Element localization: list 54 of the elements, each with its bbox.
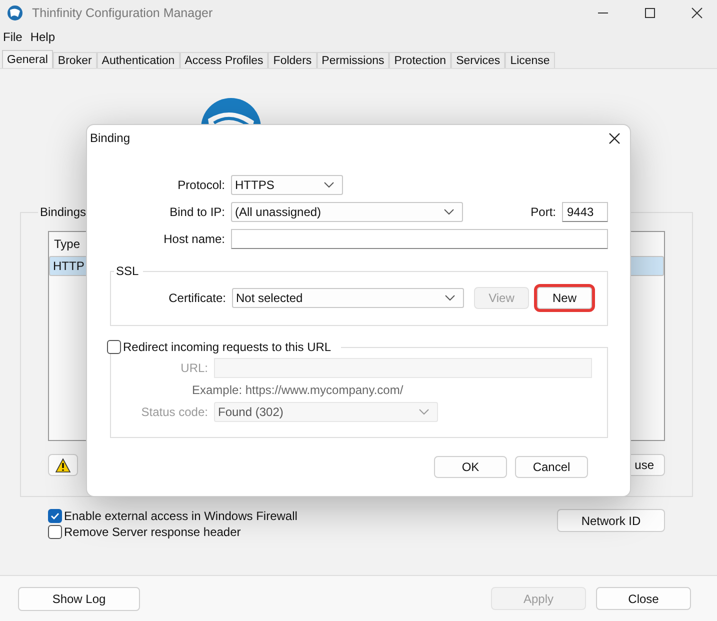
dialog-title: Binding [90,131,130,145]
tab[interactable]: License [505,52,555,68]
certificate-dropdown[interactable]: Not selected [232,288,464,308]
tab[interactable]: Services [451,52,506,68]
tab[interactable]: General [2,50,53,68]
maximize-icon[interactable] [644,7,656,19]
checkbox[interactable] [107,340,121,354]
tab[interactable]: Permissions [316,52,390,68]
tab[interactable]: Folders [268,52,317,68]
chevron-down-icon [419,409,429,415]
warning-button[interactable] [48,454,78,476]
menu-item[interactable]: File [3,30,22,46]
show-log-button[interactable]: Show Log [18,586,140,610]
chevron-down-icon [445,295,455,301]
protocol-dropdown[interactable]: HTTPS [231,175,343,195]
close-icon[interactable] [691,7,703,19]
network-id-button[interactable]: Network ID [557,509,665,532]
field-label: Status code: [140,405,209,419]
checkmark-icon [50,511,60,521]
tab[interactable]: Broker [52,52,97,68]
field-label: Certificate: [168,291,227,305]
checkbox[interactable] [48,525,62,539]
checkbox-label: Redirect incoming requests to this URL [123,340,332,354]
warning-icon [55,458,71,472]
menu-item[interactable]: Help [30,30,56,46]
checkbox-label: Enable external access in Windows Firewall [64,509,298,523]
close-button[interactable]: Close [596,587,691,610]
port-field[interactable]: 9443 [562,202,608,222]
checkbox-label: Remove Server response header [64,525,241,539]
group-title: SSL [115,264,140,278]
column-header: Type [54,237,80,251]
app-logo-icon [7,5,23,21]
field-label: Bind to IP: [168,205,226,219]
close-icon[interactable] [609,132,620,144]
tab[interactable]: Authentication [96,52,180,68]
window-title: Thinfinity Configuration Manager [32,6,213,20]
url-field[interactable] [214,358,592,378]
new-button[interactable]: New [537,287,592,309]
host-name-field[interactable] [231,229,608,249]
tab[interactable]: Access Profiles [180,52,268,68]
ip-dropdown[interactable]: (All unassigned) [231,202,463,222]
example-text: Example: https://www.mycompany.com/ [192,383,404,397]
cancel-button[interactable]: Cancel [515,456,588,478]
ok-button[interactable]: OK [434,456,507,478]
status-code-dropdown[interactable]: Found (302) [214,402,438,422]
field-label: Port: [530,205,557,219]
field-label: URL: [180,361,209,375]
tab[interactable]: Protection [389,52,452,68]
chevron-down-icon [444,209,454,215]
group-title: Bindings [39,205,88,219]
checkbox[interactable] [48,509,62,523]
field-label: Protocol: [176,178,226,192]
field-label: Host name: [162,232,226,246]
chevron-down-icon [324,182,334,188]
